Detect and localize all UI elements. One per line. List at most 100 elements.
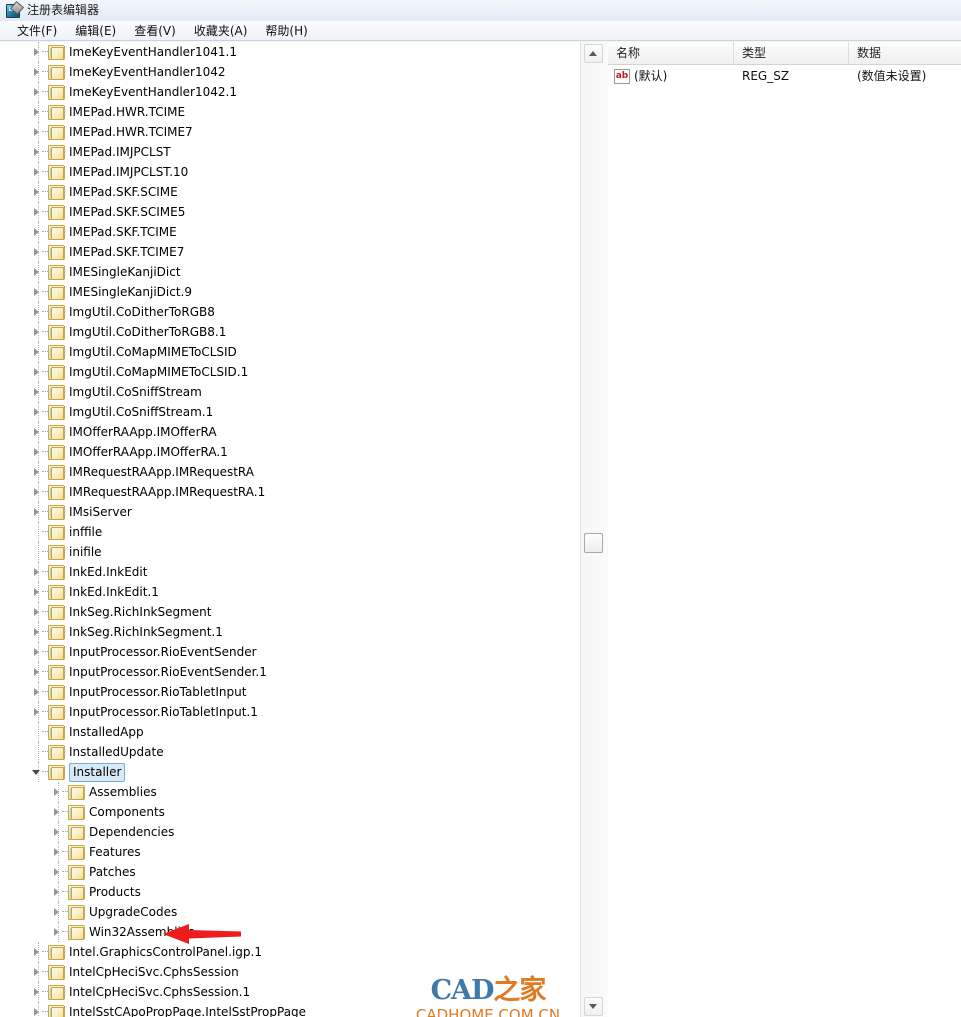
tree-node[interactable]: IMEPad.IMJPCLST.10 [0,162,580,182]
chevron-right-icon[interactable] [34,208,39,216]
chevron-right-icon[interactable] [34,948,39,956]
chevron-right-icon[interactable] [34,648,39,656]
tree-node[interactable]: IntelSstCApoPropPage.IntelSstPropPage [0,1002,580,1017]
tree-node[interactable]: ImgUtil.CoMapMIMEToCLSID [0,342,580,362]
tree-node[interactable]: InkEd.InkEdit.1 [0,582,580,602]
menu-file[interactable]: 文件(F) [8,22,66,40]
chevron-right-icon[interactable] [34,108,39,116]
tree-node[interactable]: IMEPad.IMJPCLST [0,142,580,162]
column-header-data[interactable]: 数据 [849,42,961,64]
tree-node[interactable]: IMESingleKanjiDict.9 [0,282,580,302]
tree-node[interactable]: Win32Assemblies [0,922,580,942]
tree-node[interactable]: InkEd.InkEdit [0,562,580,582]
chevron-right-icon[interactable] [34,668,39,676]
tree-node[interactable]: InstalledApp [0,722,580,742]
tree-node[interactable]: ImeKeyEventHandler1042 [0,62,580,82]
tree-node[interactable]: IMEPad.HWR.TCIME [0,102,580,122]
chevron-right-icon[interactable] [54,928,59,936]
chevron-right-icon[interactable] [34,288,39,296]
chevron-right-icon[interactable] [34,228,39,236]
tree-node[interactable]: IMEPad.SKF.SCIME [0,182,580,202]
chevron-right-icon[interactable] [34,508,39,516]
tree-node[interactable]: Assemblies [0,782,580,802]
tree-node[interactable]: UpgradeCodes [0,902,580,922]
menu-favorites[interactable]: 收藏夹(A) [185,22,257,40]
chevron-right-icon[interactable] [34,408,39,416]
chevron-right-icon[interactable] [54,808,59,816]
chevron-right-icon[interactable] [54,868,59,876]
chevron-right-icon[interactable] [34,268,39,276]
tree-node[interactable]: Components [0,802,580,822]
chevron-right-icon[interactable] [34,348,39,356]
chevron-right-icon[interactable] [34,708,39,716]
chevron-right-icon[interactable] [34,48,39,56]
chevron-right-icon[interactable] [54,788,59,796]
column-header-name[interactable]: 名称 [608,42,734,64]
registry-values-pane[interactable]: 名称 类型 数据 ab (默认) REG_SZ (数值未设置) [608,42,961,1017]
tree-node[interactable]: IMOfferRAApp.IMOfferRA.1 [0,442,580,462]
tree-node[interactable]: ImgUtil.CoDitherToRGB8 [0,302,580,322]
column-header-type[interactable]: 类型 [734,42,849,64]
tree-node[interactable]: IMEPad.SKF.TCIME [0,222,580,242]
menu-view[interactable]: 查看(V) [125,22,185,40]
tree-node[interactable]: IntelCpHeciSvc.CphsSession.1 [0,982,580,1002]
tree-vertical-scrollbar[interactable] [580,42,609,1017]
chevron-right-icon[interactable] [54,828,59,836]
chevron-right-icon[interactable] [54,908,59,916]
chevron-right-icon[interactable] [34,88,39,96]
tree-node[interactable]: IMsiServer [0,502,580,522]
menu-help[interactable]: 帮助(H) [256,22,316,40]
tree-node[interactable]: ImeKeyEventHandler1041.1 [0,42,580,62]
tree-node[interactable]: InkSeg.RichInkSegment [0,602,580,622]
chevron-right-icon[interactable] [34,968,39,976]
chevron-right-icon[interactable] [34,448,39,456]
chevron-right-icon[interactable] [34,388,39,396]
tree-node[interactable]: inifile [0,542,580,562]
tree-node[interactable]: ImgUtil.CoMapMIMEToCLSID.1 [0,362,580,382]
chevron-right-icon[interactable] [34,188,39,196]
chevron-right-icon[interactable] [34,168,39,176]
chevron-right-icon[interactable] [34,248,39,256]
tree-node[interactable]: ImgUtil.CoSniffStream.1 [0,402,580,422]
menu-edit[interactable]: 编辑(E) [66,22,125,40]
tree-node[interactable]: InputProcessor.RioTabletInput.1 [0,702,580,722]
tree-node[interactable]: IMEPad.SKF.SCIME5 [0,202,580,222]
tree-node[interactable]: InkSeg.RichInkSegment.1 [0,622,580,642]
tree-node[interactable]: Dependencies [0,822,580,842]
tree-node[interactable]: ImeKeyEventHandler1042.1 [0,82,580,102]
tree-node[interactable]: IMEPad.HWR.TCIME7 [0,122,580,142]
chevron-right-icon[interactable] [34,128,39,136]
tree-node[interactable]: inffile [0,522,580,542]
chevron-right-icon[interactable] [34,988,39,996]
tree-node[interactable]: Installer [0,762,580,782]
tree-node[interactable]: ImgUtil.CoDitherToRGB8.1 [0,322,580,342]
tree-node[interactable]: InstalledUpdate [0,742,580,762]
registry-key-tree-pane[interactable]: ImeKeyEventHandler1041.1 ImeKeyEventHandl… [0,42,581,1017]
chevron-down-icon[interactable] [32,770,40,775]
chevron-right-icon[interactable] [54,888,59,896]
chevron-right-icon[interactable] [34,148,39,156]
chevron-right-icon[interactable] [34,628,39,636]
tree-node[interactable]: IMRequestRAApp.IMRequestRA.1 [0,482,580,502]
tree-node[interactable]: Patches [0,862,580,882]
tree-node[interactable]: Products [0,882,580,902]
chevron-right-icon[interactable] [34,468,39,476]
tree-node[interactable]: InputProcessor.RioEventSender.1 [0,662,580,682]
chevron-right-icon[interactable] [34,588,39,596]
tree-node[interactable]: IMOfferRAApp.IMOfferRA [0,422,580,442]
chevron-right-icon[interactable] [34,608,39,616]
scroll-up-arrow-icon[interactable] [584,44,603,63]
chevron-right-icon[interactable] [34,488,39,496]
tree-node[interactable]: Features [0,842,580,862]
chevron-right-icon[interactable] [34,368,39,376]
chevron-right-icon[interactable] [54,848,59,856]
tree-node[interactable]: IMEPad.SKF.TCIME7 [0,242,580,262]
chevron-right-icon[interactable] [34,308,39,316]
tree-node[interactable]: IMRequestRAApp.IMRequestRA [0,462,580,482]
tree-node[interactable]: ImgUtil.CoSniffStream [0,382,580,402]
chevron-right-icon[interactable] [34,568,39,576]
scroll-down-arrow-icon[interactable] [584,997,603,1016]
chevron-right-icon[interactable] [34,328,39,336]
tree-node[interactable]: IntelCpHeciSvc.CphsSession [0,962,580,982]
tree-node[interactable]: Intel.GraphicsControlPanel.igp.1 [0,942,580,962]
